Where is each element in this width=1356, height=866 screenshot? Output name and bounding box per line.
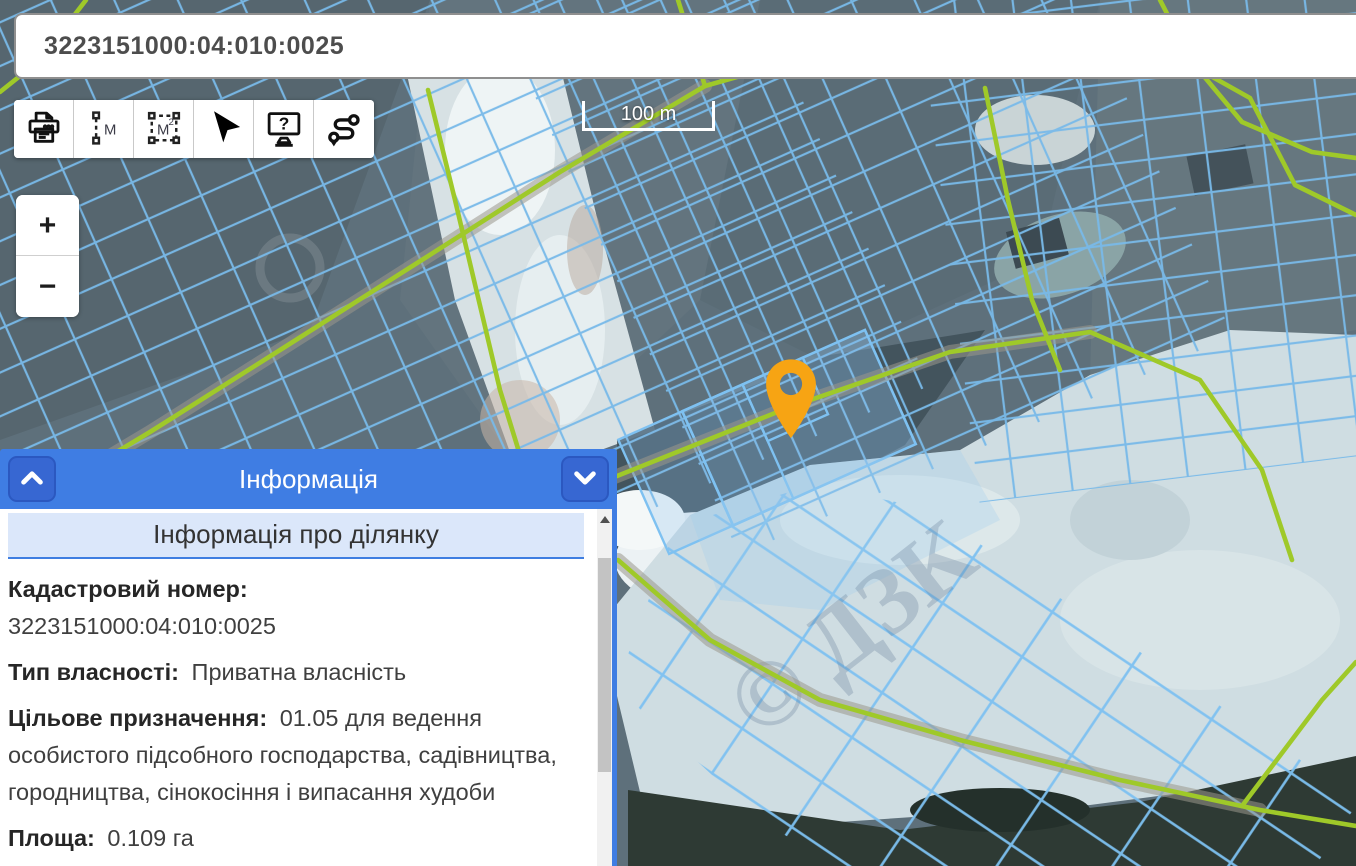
- print-button[interactable]: [14, 100, 74, 158]
- scale-bar: 100 m: [582, 101, 715, 131]
- section-title: Інформація про ділянку: [8, 513, 584, 559]
- cursor-icon: [203, 107, 245, 152]
- cadastral-number-value: 3223151000:04:010:0025: [8, 608, 582, 645]
- info-panel-header: Інформація: [0, 449, 617, 509]
- select-tool-button[interactable]: [194, 100, 254, 158]
- ownership-value: Приватна власність: [192, 659, 407, 685]
- map-toolbar: M M 2: [14, 100, 374, 158]
- scrollbar-up-arrow-icon: [600, 516, 610, 523]
- svg-text:M: M: [104, 122, 116, 138]
- zoom-control: + −: [16, 195, 79, 317]
- parcel-fields: Кадастровий номер: 3223151000:04:010:002…: [0, 559, 612, 857]
- purpose-label: Цільове призначення:: [8, 705, 267, 731]
- area-label: Площа:: [8, 825, 95, 851]
- map-marker[interactable]: [762, 351, 820, 446]
- measure-area-icon: M 2: [143, 107, 185, 152]
- monitor-question-icon: ?: [263, 107, 305, 152]
- app-window: © ДЗК: [0, 0, 1356, 866]
- panel-title: Інформація: [239, 464, 378, 495]
- route-icon: [323, 107, 365, 152]
- search-input[interactable]: [16, 15, 1356, 77]
- help-tool-button[interactable]: ?: [254, 100, 314, 158]
- scale-label: 100 m: [585, 101, 712, 127]
- measure-length-icon: M: [83, 107, 125, 152]
- panel-collapse-button[interactable]: [561, 456, 609, 502]
- info-panel: Інформація Інформація про ділянку Кадаст…: [0, 449, 617, 866]
- route-tool-button[interactable]: [314, 100, 374, 158]
- ownership-label: Тип власності:: [8, 659, 179, 685]
- measure-area-button[interactable]: M 2: [134, 100, 194, 158]
- zoom-in-button[interactable]: +: [16, 195, 79, 256]
- area-field: Площа: 0.109 га: [8, 820, 582, 857]
- area-value: 0.109 га: [107, 825, 193, 851]
- scrollbar-up-button[interactable]: [597, 509, 612, 529]
- search-bar: [14, 13, 1356, 79]
- svg-text:?: ?: [278, 113, 289, 133]
- purpose-field: Цільове призначення: 01.05 для ведення о…: [8, 700, 582, 811]
- chevron-down-icon: [570, 466, 600, 493]
- cadastral-number-field: Кадастровий номер: 3223151000:04:010:002…: [8, 571, 582, 645]
- cadastral-number-label: Кадастровий номер:: [8, 576, 248, 602]
- printer-icon: [23, 107, 65, 152]
- chevron-up-icon: [17, 466, 47, 493]
- scrollbar-thumb[interactable]: [598, 558, 611, 772]
- panel-scrollbar[interactable]: [597, 509, 612, 866]
- info-panel-body: Інформація про ділянку Кадастровий номер…: [0, 509, 617, 866]
- panel-expand-button[interactable]: [8, 456, 56, 502]
- ownership-field: Тип власності: Приватна власність: [8, 654, 582, 691]
- svg-text:M: M: [157, 122, 169, 138]
- zoom-out-button[interactable]: −: [16, 256, 79, 317]
- measure-length-button[interactable]: M: [74, 100, 134, 158]
- svg-text:2: 2: [168, 117, 173, 128]
